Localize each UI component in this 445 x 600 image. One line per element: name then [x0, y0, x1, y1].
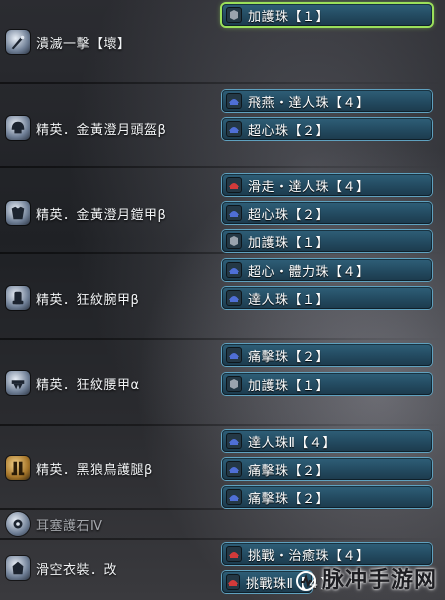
blue-gem-icon [226, 433, 242, 449]
equip-label: 精英．金黃澄月頭盔β [36, 122, 167, 138]
decoration-slot[interactable]: 達人珠【１】 [222, 287, 432, 309]
red-gem-icon [226, 574, 240, 590]
decoration-slot[interactable]: 超心珠【２】 [222, 118, 432, 140]
equip-label: 精英．金黃澄月鎧甲β [36, 207, 167, 223]
red-gem-icon [226, 177, 242, 193]
decoration-slot[interactable]: 痛擊珠【２】 [222, 458, 432, 480]
equip-row-weapon[interactable]: 潰滅一擊【壞】 [6, 30, 131, 54]
blue-gem-icon [226, 290, 242, 306]
blue-gem-icon [226, 205, 242, 221]
equip-row-mantle[interactable]: 滑空衣裝．改 [6, 556, 117, 580]
decoration-slot[interactable]: 痛擊珠【２】 [222, 344, 432, 366]
slot-label: 超心・體力珠【４】 [248, 264, 370, 280]
slot-label: 超心珠【２】 [248, 123, 330, 139]
slot-label: 挑戰珠Ⅱ【４】 [246, 576, 334, 592]
blue-gem-icon [226, 489, 242, 505]
chest-armor-icon [6, 201, 30, 225]
slot-label: 加護珠【１】 [248, 9, 330, 25]
weapon-icon [6, 30, 30, 54]
leg-armor-icon [6, 456, 30, 480]
slot-label: 痛擊珠【２】 [248, 463, 330, 479]
decoration-slot[interactable]: 超心・體力珠【４】 [222, 259, 432, 281]
slot-label: 痛擊珠【２】 [248, 349, 330, 365]
waist-armor-icon [6, 371, 30, 395]
red-gem-icon [226, 546, 242, 562]
equip-label: 精英．黑狼鳥護腿β [36, 462, 153, 478]
blue-gem-icon [226, 93, 242, 109]
equip-row-arms[interactable]: 精英．狂紋腕甲β [6, 286, 139, 310]
blue-gem-icon [226, 461, 242, 477]
arm-armor-icon [6, 286, 30, 310]
equip-row-chest[interactable]: 精英．金黃澄月鎧甲β [6, 201, 166, 225]
decoration-slot[interactable]: 滑走・達人珠【４】 [222, 174, 432, 196]
slot-label: 挑戰・治癒珠【４】 [248, 548, 370, 564]
gray-gem-icon [226, 376, 242, 392]
equip-label: 精英．狂紋腰甲α [36, 377, 140, 393]
equip-row-helmet[interactable]: 精英．金黃澄月頭盔β [6, 116, 166, 140]
decoration-slot[interactable]: 達人珠Ⅱ【４】 [222, 430, 432, 452]
equip-label: 耳塞護石Ⅳ [36, 518, 103, 534]
equip-row-waist[interactable]: 精英．狂紋腰甲α [6, 371, 140, 395]
decoration-slot[interactable]: 加護珠【１】 [222, 230, 432, 252]
slot-label: 滑走・達人珠【４】 [248, 179, 370, 195]
equip-label: 滑空衣裝．改 [36, 562, 118, 578]
slot-label: 超心珠【２】 [248, 207, 330, 223]
equip-label: 潰滅一擊【壞】 [36, 36, 131, 52]
slot-label: 達人珠【１】 [248, 292, 330, 308]
slot-label: 加護珠【１】 [248, 378, 330, 394]
blue-gem-icon [226, 262, 242, 278]
decoration-slot[interactable]: 飛燕・達人珠【４】 [222, 90, 432, 112]
slot-label: 痛擊珠【２】 [248, 491, 330, 507]
mantle-icon [6, 556, 30, 580]
charm-icon [6, 512, 30, 536]
helmet-icon [6, 116, 30, 140]
decoration-slot[interactable]: 超心珠【２】 [222, 202, 432, 224]
blue-gem-icon [226, 347, 242, 363]
equip-row-legs[interactable]: 精英．黑狼鳥護腿β [6, 456, 153, 480]
decoration-slot[interactable]: 加護珠【１】 [222, 373, 432, 395]
slot-label: 加護珠【１】 [248, 235, 330, 251]
decoration-slot[interactable]: 加護珠【１】 [222, 4, 432, 26]
slot-label: 達人珠Ⅱ【４】 [248, 435, 336, 451]
decoration-slot[interactable]: 痛擊珠【２】 [222, 486, 432, 508]
equip-label: 精英．狂紋腕甲β [36, 292, 140, 308]
gray-gem-icon [226, 233, 242, 249]
watermark-text: 脉冲手游网 [321, 568, 437, 593]
equip-row-charm[interactable]: 耳塞護石Ⅳ [6, 512, 103, 536]
watermark-logo-icon [296, 571, 316, 591]
blue-gem-icon [226, 121, 242, 137]
gray-gem-icon [226, 7, 242, 23]
slot-label: 飛燕・達人珠【４】 [248, 95, 370, 111]
